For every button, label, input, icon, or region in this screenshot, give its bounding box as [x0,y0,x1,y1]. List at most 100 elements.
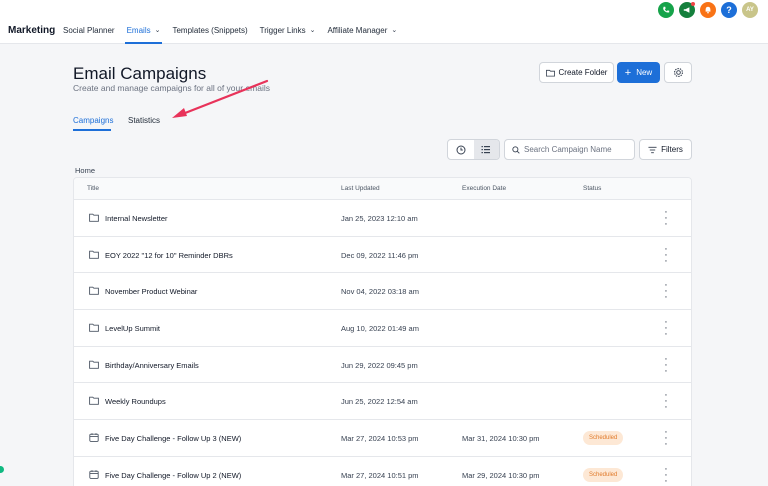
campaigns-table: Title Last Updated Execution Date Status… [73,177,692,486]
search-box [504,139,635,160]
more-options-icon[interactable]: · · · [663,427,669,450]
top-icons: ? AY [658,2,758,18]
row-title[interactable]: Weekly Roundups [105,397,166,406]
nav-item-label: Emails [126,26,151,35]
table-row[interactable]: Weekly Roundups Jun 25, 2022 12:54 am · · · [74,383,691,421]
row-title[interactable]: Birthday/Anniversary Emails [105,361,199,370]
more-options-icon[interactable]: · · · [663,207,669,230]
row-execution-date: Mar 29, 2024 10:30 pm [462,470,540,480]
help-icon-glyph: ? [726,5,732,15]
filters-button[interactable]: Filters [639,139,692,160]
chevron-down-icon: ⌄ [309,27,316,34]
row-title[interactable]: Five Day Challenge - Follow Up 3 (NEW) [105,434,241,443]
main-nav: Social Planner Emails ⌄ Templates (Snippets… [63,26,409,44]
folder-icon [89,250,99,259]
row-execution-date: Mar 31, 2024 10:30 pm [462,434,540,444]
row-title[interactable]: Five Day Challenge - Follow Up 2 (NEW) [105,471,241,480]
folder-icon [89,396,99,406]
avatar-glyph: AY [746,7,754,13]
tab-statistics[interactable]: Statistics [128,116,160,125]
create-folder-label: Create Folder [558,68,608,77]
plus-icon: + [624,66,632,79]
folder-icon [89,360,99,369]
column-status[interactable]: Status [583,185,601,192]
list-view-button[interactable] [473,140,499,159]
status-dot [0,466,4,473]
row-title[interactable]: Internal Newsletter [105,214,168,223]
nav-item-trigger-links[interactable]: Trigger Links ⌄ [260,26,316,44]
more-options-icon[interactable]: · · · [663,317,669,340]
clock-icon [456,145,466,154]
folder-icon [89,286,99,296]
table-row[interactable]: Birthday/Anniversary Emails Jun 29, 2022 … [74,347,691,384]
notification-dot [691,2,695,6]
table-row[interactable]: EOY 2022 "12 for 10" Reminder DBRs Dec 09… [74,237,691,274]
new-button[interactable]: + New [617,62,660,83]
active-tab-indicator [73,129,111,131]
row-last-updated: Aug 10, 2022 01:49 am [341,324,419,334]
folder-icon [89,213,99,222]
top-bar: Marketing Social Planner Emails ⌄ Templates… [0,0,768,44]
search-icon [512,145,520,154]
nav-item-emails[interactable]: Emails ⌄ [124,26,163,44]
row-title[interactable]: LevelUp Summit [105,324,160,333]
settings-button[interactable] [664,62,692,83]
more-options-icon[interactable]: · · · [663,280,669,303]
table-row[interactable]: Internal Newsletter Jan 25, 2023 12:10 am… [74,200,691,237]
more-options-icon[interactable]: · · · [663,243,669,266]
filter-icon [648,146,657,153]
status-badge: Scheduled [583,467,624,482]
row-last-updated: Dec 09, 2022 11:46 pm [341,250,419,260]
column-last-updated[interactable]: Last Updated [341,185,380,192]
row-last-updated: Jan 25, 2023 12:10 am [341,214,418,223]
help-icon[interactable]: ? [721,2,737,18]
row-title[interactable]: November Product Webinar [105,287,197,296]
nav-item-label: Affiliate Manager [327,26,388,35]
breadcrumb[interactable]: Home [75,166,95,175]
filters-label: Filters [661,145,683,154]
nav-item-affiliate-manager[interactable]: Affiliate Manager ⌄ [327,26,397,44]
megaphone-icon[interactable] [679,2,695,18]
tab-campaigns[interactable]: Campaigns [73,116,113,125]
calendar-icon [89,433,99,442]
status-badge: Scheduled [583,431,624,446]
folder-icon [89,323,99,332]
column-title[interactable]: Title [87,185,99,192]
chevron-down-icon: ⌄ [391,27,398,34]
phone-icon[interactable] [658,2,674,18]
chevron-down-icon: ⌄ [154,27,161,34]
bell-icon[interactable] [700,2,716,18]
app-brand: Marketing [8,25,56,36]
table-row[interactable]: November Product Webinar Nov 04, 2022 03:… [74,273,691,311]
table-row[interactable]: LevelUp Summit Aug 10, 2022 01:49 am · · · [74,310,691,347]
nav-item-social-planner[interactable]: Social Planner [63,26,115,44]
nav-item-label: Social Planner [63,26,115,35]
more-options-icon[interactable]: · · · [663,390,669,413]
table-header: Title Last Updated Execution Date Status [74,178,691,200]
recent-view-button[interactable] [448,140,474,159]
gear-icon [673,68,683,77]
nav-item-label: Templates (Snippets) [172,26,248,35]
search-input[interactable] [524,145,634,154]
column-execution-date[interactable]: Execution Date [462,185,506,192]
table-row[interactable]: Five Day Challenge - Follow Up 2 (NEW) Ma… [74,457,691,486]
row-last-updated: Jun 25, 2022 12:54 am [341,397,418,407]
list-icon [481,146,491,154]
annotation-arrow [172,79,269,118]
folder-icon [545,69,555,77]
row-last-updated: Mar 27, 2024 10:53 pm [341,434,419,444]
view-toggle [447,139,500,160]
row-title[interactable]: EOY 2022 "12 for 10" Reminder DBRs [105,251,233,260]
more-options-icon[interactable]: · · · [663,353,669,376]
nav-item-templates-snippets[interactable]: Templates (Snippets) [172,26,247,44]
table-row[interactable]: Five Day Challenge - Follow Up 3 (NEW) Ma… [74,420,691,457]
new-label: New [636,68,653,77]
create-folder-button[interactable]: Create Folder [539,62,614,83]
avatar[interactable]: AY [742,2,758,18]
row-last-updated: Nov 04, 2022 03:18 am [341,287,419,297]
calendar-icon [89,470,99,479]
table-body: Internal Newsletter Jan 25, 2023 12:10 am… [74,200,691,486]
more-options-icon[interactable]: · · · [663,463,669,486]
row-last-updated: Jun 29, 2022 09:45 pm [341,360,418,370]
nav-item-label: Trigger Links [259,26,306,35]
